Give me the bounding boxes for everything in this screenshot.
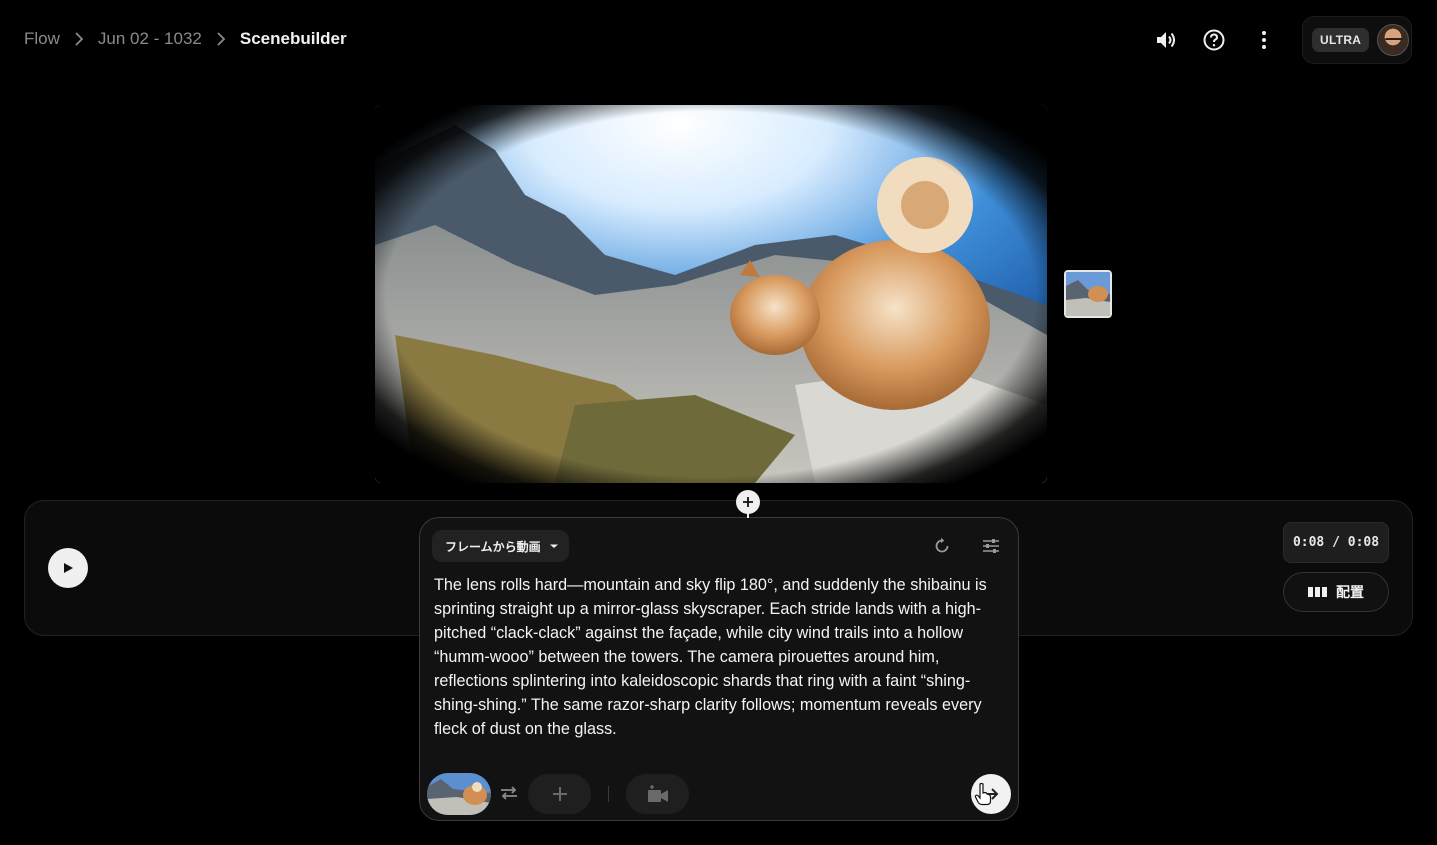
add-clip-button[interactable] (736, 490, 760, 514)
account-button[interactable]: ULTRA (1302, 16, 1412, 64)
breadcrumb: Flow Jun 02 - 1032 Scenebuilder (24, 28, 347, 50)
help-icon[interactable] (1198, 24, 1230, 56)
plus-icon (552, 787, 567, 801)
prompt-textarea[interactable]: The lens rolls hard—mountain and sky fli… (434, 573, 1004, 741)
camera-control-button[interactable] (626, 774, 689, 814)
chevron-right-icon (60, 28, 98, 50)
mode-label: フレームから動画 (445, 539, 541, 554)
mode-dropdown[interactable]: フレームから動画 (432, 530, 569, 562)
arrange-button[interactable]: 配置 (1283, 572, 1389, 612)
clip-thumbnail[interactable] (1064, 270, 1112, 318)
chevron-down-icon (549, 544, 558, 548)
plan-badge: ULTRA (1312, 28, 1370, 52)
add-ingredient-button[interactable] (528, 774, 591, 814)
arrange-label: 配置 (1336, 584, 1364, 600)
breadcrumb-project[interactable]: Jun 02 - 1032 (98, 29, 202, 49)
breadcrumb-flow[interactable]: Flow (24, 29, 60, 49)
refresh-icon[interactable] (930, 534, 954, 558)
plus-icon (743, 497, 753, 507)
breadcrumb-current-page: Scenebuilder (239, 29, 347, 48)
more-vert-icon[interactable] (1248, 24, 1280, 56)
chevron-right-icon (202, 28, 240, 50)
toolbar-divider (608, 786, 609, 802)
play-button[interactable] (48, 548, 88, 588)
tune-icon[interactable] (979, 534, 1003, 558)
video-preview[interactable] (375, 105, 1047, 483)
hand-cursor-icon (974, 782, 992, 806)
swap-icon[interactable] (498, 782, 520, 804)
speaker-icon[interactable] (1150, 24, 1182, 56)
play-icon (64, 563, 73, 573)
avatar[interactable] (1377, 24, 1410, 56)
prompt-panel: フレームから動画 The lens rolls hard—mountain an… (419, 517, 1019, 821)
top-bar: Flow Jun 02 - 1032 Scenebuilder ULTRA (0, 0, 1437, 80)
time-display: 0:08 / 0:08 (1283, 522, 1389, 563)
frame-ingredient-thumbnail[interactable] (427, 773, 491, 815)
arrange-icon (1308, 587, 1327, 597)
playhead-marker (747, 512, 749, 518)
camera-icon (647, 785, 668, 802)
